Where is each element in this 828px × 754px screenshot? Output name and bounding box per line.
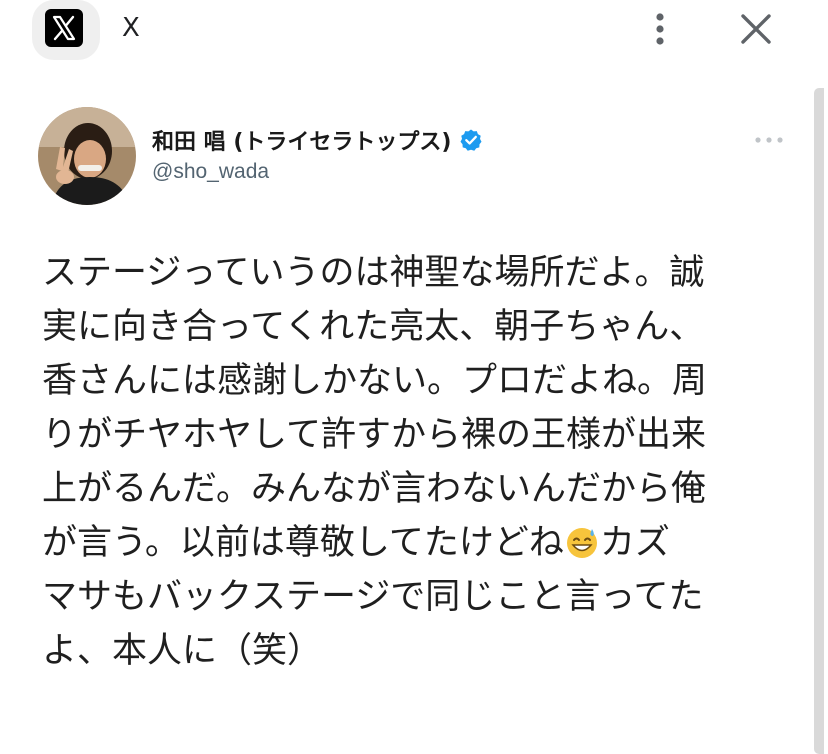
user-handle[interactable]: @sho_wada xyxy=(152,160,269,184)
tweet-line-part: が言う。以前は尊敬してたけどね xyxy=(42,523,564,563)
app-title: X xyxy=(122,13,140,43)
avatar[interactable] xyxy=(38,107,136,205)
app-icon-button[interactable] xyxy=(32,0,100,60)
tweet-line: りがチヤホヤして許すから裸の王様が出来 xyxy=(42,415,706,455)
more-horizontal-icon[interactable] xyxy=(752,130,786,150)
tweet-line: 実に向き合ってくれた亮太、朝子ちゃん、 xyxy=(42,307,705,347)
x-logo-icon xyxy=(45,9,83,47)
display-name[interactable]: 和田 唱 (トライセラトップス) xyxy=(152,124,451,156)
top-bar: X xyxy=(0,0,828,62)
kebab-menu-icon[interactable] xyxy=(648,10,672,50)
close-icon[interactable] xyxy=(736,12,776,48)
tweet-line-part: カズ xyxy=(599,523,670,563)
tweet-line: 上がるんだ。みんなが言わないんだから俺 xyxy=(42,469,706,509)
tweet-line: 香さんには感謝しかない。プロだよね。周 xyxy=(42,361,708,401)
grinning-sweat-emoji xyxy=(564,522,600,558)
scrollbar[interactable] xyxy=(814,88,824,754)
tweet-text: ステージっていうのは神聖な場所だよ。誠 実に向き合ってくれた亮太、朝子ちゃん、 … xyxy=(42,246,800,678)
tweet-line: ステージっていうのは神聖な場所だよ。誠 xyxy=(42,253,705,293)
tweet-line: マサもバックステージで同じこと言ってた xyxy=(42,577,704,617)
tweet-line: よ、本人に（笑） xyxy=(42,631,323,671)
tweet-line-with-emoji: が言う。以前は尊敬してたけどね カズ xyxy=(42,516,800,570)
verified-badge-icon xyxy=(459,128,483,152)
author-row: 和田 唱 (トライセラトップス) xyxy=(152,122,483,158)
